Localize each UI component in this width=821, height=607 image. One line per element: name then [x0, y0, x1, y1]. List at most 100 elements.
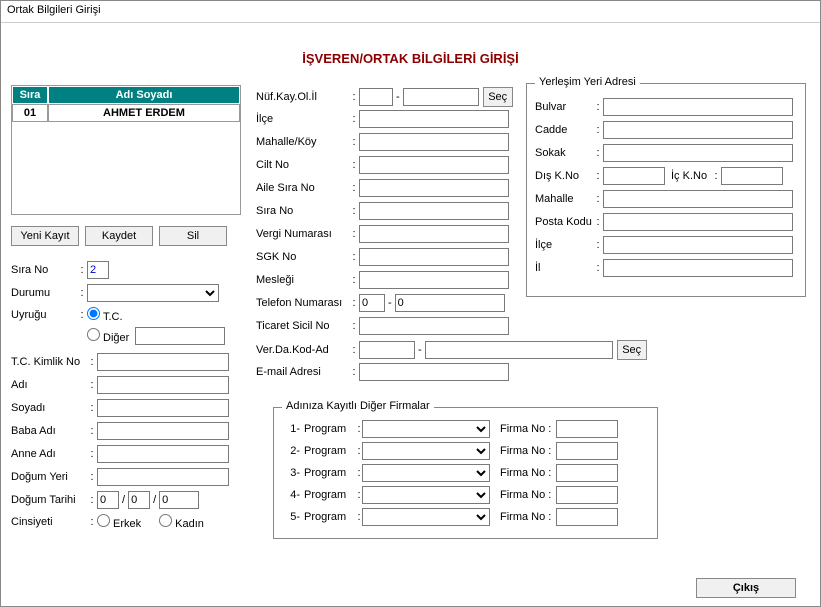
- uyrugu-diger-radio-wrap[interactable]: Diğer: [87, 328, 129, 344]
- persons-grid[interactable]: Sıra Adı Soyadı 01 AHMET ERDEM: [11, 85, 241, 215]
- adres-il-input[interactable]: [603, 259, 793, 277]
- uyrugu-diger-input[interactable]: [135, 327, 225, 345]
- email-label: E-mail Adresi: [256, 366, 351, 378]
- delete-button[interactable]: Sil: [159, 226, 227, 246]
- cell-sira: 01: [12, 104, 48, 122]
- firma-no-input[interactable]: [556, 508, 618, 526]
- ver-da-kod-input[interactable]: [359, 341, 415, 359]
- nuf-kay-code-input[interactable]: [359, 88, 393, 106]
- program-label: Program: [304, 467, 356, 479]
- uyrugu-label: Uyruğu: [11, 309, 79, 321]
- sgk-no-input[interactable]: [359, 248, 509, 266]
- erkek-radio-wrap[interactable]: Erkek: [97, 514, 141, 530]
- erkek-radio[interactable]: [97, 514, 110, 527]
- firma-no-input[interactable]: [556, 442, 618, 460]
- nuf-kay-sep: -: [393, 91, 403, 103]
- mahalle-koy-input[interactable]: [359, 133, 509, 151]
- bulvar-input[interactable]: [603, 98, 793, 116]
- kadin-radio-wrap[interactable]: Kadın: [159, 514, 204, 530]
- col-ad-soyadi: Adı Soyadı: [48, 86, 240, 104]
- new-record-button[interactable]: Yeni Kayıt: [11, 226, 79, 246]
- uyrugu-tc-radio[interactable]: [87, 307, 100, 320]
- sokak-input[interactable]: [603, 144, 793, 162]
- firma-no-label: Firma No :: [500, 511, 556, 523]
- ver-da-ad-input[interactable]: [425, 341, 613, 359]
- posta-kodu-input[interactable]: [603, 213, 793, 231]
- ic-kno-input[interactable]: [721, 167, 783, 185]
- bulvar-label: Bulvar: [535, 101, 595, 113]
- date-sep-1: /: [119, 494, 128, 506]
- anne-adi-input[interactable]: [97, 445, 229, 463]
- firma-no-input[interactable]: [556, 486, 618, 504]
- firma-no-label: Firma No :: [500, 445, 556, 457]
- titlebar: Ortak Bilgileri Girişi: [1, 1, 820, 23]
- sira-no-input[interactable]: [87, 261, 109, 279]
- firma-no-label: Firma No :: [500, 423, 556, 435]
- telefon-sep: -: [385, 297, 395, 309]
- program-select[interactable]: [362, 464, 490, 482]
- kadin-radio[interactable]: [159, 514, 172, 527]
- tc-kimlik-input[interactable]: [97, 353, 229, 371]
- adres-ilce-label: İlçe: [535, 239, 595, 251]
- address-legend: Yerleşim Yeri Adresi: [535, 76, 640, 88]
- ver-da-sep: -: [415, 344, 425, 356]
- cell-ad-soyadi: AHMET ERDEM: [48, 104, 240, 122]
- meslegi-label: Mesleği: [256, 274, 351, 286]
- grid-toolbar: Yeni Kayıt Kaydet Sil: [11, 226, 227, 246]
- program-select[interactable]: [362, 420, 490, 438]
- baba-adi-input[interactable]: [97, 422, 229, 440]
- firm-row: 5-Program:Firma No :: [282, 508, 649, 526]
- program-select[interactable]: [362, 442, 490, 460]
- adi-label: Adı: [11, 379, 89, 391]
- client-area: İŞVEREN/ORTAK BİLGİLERİ GİRİŞİ Sıra Adı …: [1, 23, 820, 606]
- soyadi-input[interactable]: [97, 399, 229, 417]
- cadde-input[interactable]: [603, 121, 793, 139]
- dis-kno-input[interactable]: [603, 167, 665, 185]
- nuf-kay-sec-button[interactable]: Seç: [483, 87, 513, 107]
- posta-kodu-label: Posta Kodu: [535, 216, 595, 228]
- anne-adi-label: Anne Adı: [11, 448, 89, 460]
- dogum-tarihi-label: Doğum Tarihi: [11, 494, 89, 506]
- exit-button[interactable]: Çıkış: [696, 578, 796, 598]
- ticaret-sicil-input[interactable]: [359, 317, 509, 335]
- program-select[interactable]: [362, 486, 490, 504]
- mid-sira-no-input[interactable]: [359, 202, 509, 220]
- firma-no-input[interactable]: [556, 420, 618, 438]
- program-label: Program: [304, 445, 356, 457]
- save-button[interactable]: Kaydet: [85, 226, 153, 246]
- vergi-no-input[interactable]: [359, 225, 509, 243]
- page-title: İŞVEREN/ORTAK BİLGİLERİ GİRİŞİ: [1, 51, 820, 66]
- email-input[interactable]: [359, 363, 509, 381]
- meslegi-input[interactable]: [359, 271, 509, 289]
- telefon-num-input[interactable]: [395, 294, 505, 312]
- dogum-yil-input[interactable]: [159, 491, 199, 509]
- aile-sira-input[interactable]: [359, 179, 509, 197]
- firm-row-num: 5-: [282, 511, 300, 523]
- table-row[interactable]: 01 AHMET ERDEM: [12, 104, 240, 122]
- nuf-kay-name-input[interactable]: [403, 88, 479, 106]
- dogum-gun-input[interactable]: [97, 491, 119, 509]
- adres-mahalle-input[interactable]: [603, 190, 793, 208]
- uyrugu-diger-radio[interactable]: [87, 328, 100, 341]
- telefon-area-input[interactable]: [359, 294, 385, 312]
- durumu-select[interactable]: [87, 284, 219, 302]
- firm-row: 1-Program:Firma No :: [282, 420, 649, 438]
- col-sira: Sıra: [12, 86, 48, 104]
- firma-no-label: Firma No :: [500, 489, 556, 501]
- program-select[interactable]: [362, 508, 490, 526]
- firm-row: 4-Program:Firma No :: [282, 486, 649, 504]
- adi-input[interactable]: [97, 376, 229, 394]
- cadde-label: Cadde: [535, 124, 595, 136]
- main-window: Ortak Bilgileri Girişi İŞVEREN/ORTAK BİL…: [0, 0, 821, 607]
- sokak-label: Sokak: [535, 147, 595, 159]
- dogum-yeri-input[interactable]: [97, 468, 229, 486]
- mid-sira-no-label: Sıra No: [256, 205, 351, 217]
- firma-no-input[interactable]: [556, 464, 618, 482]
- firm-row-num: 2-: [282, 445, 300, 457]
- uyrugu-tc-radio-wrap[interactable]: T.C.: [87, 307, 123, 323]
- dogum-ay-input[interactable]: [128, 491, 150, 509]
- cilt-no-input[interactable]: [359, 156, 509, 174]
- ilce-input[interactable]: [359, 110, 509, 128]
- adres-ilce-input[interactable]: [603, 236, 793, 254]
- ver-da-sec-button[interactable]: Seç: [617, 340, 647, 360]
